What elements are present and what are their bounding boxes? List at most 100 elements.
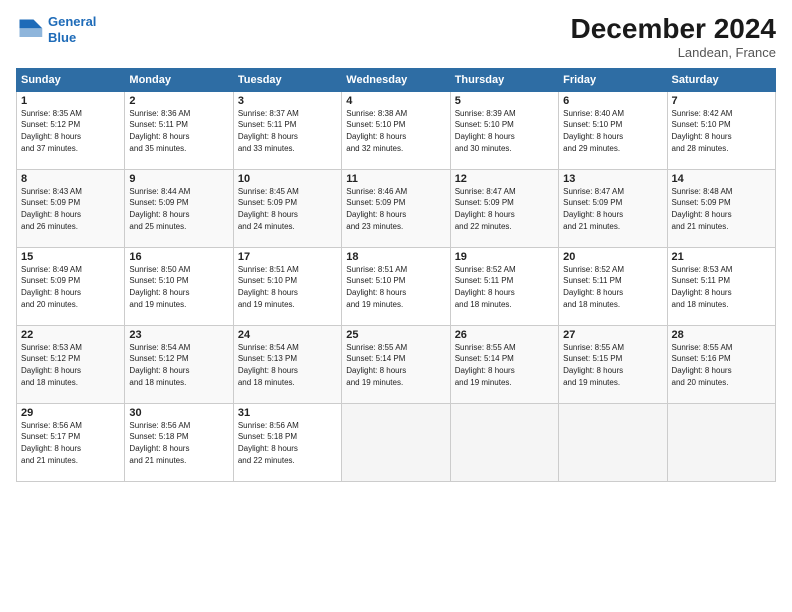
day-info: Sunrise: 8:56 AMSunset: 5:18 PMDaylight:…: [129, 420, 228, 466]
day-info: Sunrise: 8:47 AMSunset: 5:09 PMDaylight:…: [455, 186, 554, 232]
day-number: 7: [672, 95, 771, 107]
calendar-cell: 7Sunrise: 8:42 AMSunset: 5:10 PMDaylight…: [667, 91, 775, 169]
calendar-week-5: 29Sunrise: 8:56 AMSunset: 5:17 PMDayligh…: [17, 403, 776, 481]
day-info: Sunrise: 8:40 AMSunset: 5:10 PMDaylight:…: [563, 108, 662, 154]
th-tuesday: Tuesday: [233, 68, 341, 91]
day-info: Sunrise: 8:55 AMSunset: 5:14 PMDaylight:…: [455, 342, 554, 388]
day-info: Sunrise: 8:47 AMSunset: 5:09 PMDaylight:…: [563, 186, 662, 232]
calendar-cell: 6Sunrise: 8:40 AMSunset: 5:10 PMDaylight…: [559, 91, 667, 169]
day-number: 23: [129, 329, 228, 341]
day-number: 1: [21, 95, 120, 107]
calendar-cell: 26Sunrise: 8:55 AMSunset: 5:14 PMDayligh…: [450, 325, 558, 403]
calendar-cell: 19Sunrise: 8:52 AMSunset: 5:11 PMDayligh…: [450, 247, 558, 325]
th-monday: Monday: [125, 68, 233, 91]
day-number: 8: [21, 173, 120, 185]
day-info: Sunrise: 8:49 AMSunset: 5:09 PMDaylight:…: [21, 264, 120, 310]
day-info: Sunrise: 8:43 AMSunset: 5:09 PMDaylight:…: [21, 186, 120, 232]
header-row: Sunday Monday Tuesday Wednesday Thursday…: [17, 68, 776, 91]
logo-general: General: [48, 14, 96, 29]
calendar-cell: 21Sunrise: 8:53 AMSunset: 5:11 PMDayligh…: [667, 247, 775, 325]
calendar-cell: 8Sunrise: 8:43 AMSunset: 5:09 PMDaylight…: [17, 169, 125, 247]
header: General Blue December 2024 Landean, Fran…: [16, 14, 776, 60]
logo-text: General Blue: [48, 14, 96, 45]
day-number: 17: [238, 251, 337, 263]
day-number: 13: [563, 173, 662, 185]
day-number: 28: [672, 329, 771, 341]
day-number: 5: [455, 95, 554, 107]
day-number: 9: [129, 173, 228, 185]
calendar-cell: [559, 403, 667, 481]
day-number: 27: [563, 329, 662, 341]
calendar-cell: 13Sunrise: 8:47 AMSunset: 5:09 PMDayligh…: [559, 169, 667, 247]
day-number: 18: [346, 251, 445, 263]
day-number: 22: [21, 329, 120, 341]
day-number: 29: [21, 407, 120, 419]
calendar-cell: 20Sunrise: 8:52 AMSunset: 5:11 PMDayligh…: [559, 247, 667, 325]
th-saturday: Saturday: [667, 68, 775, 91]
calendar-cell: 29Sunrise: 8:56 AMSunset: 5:17 PMDayligh…: [17, 403, 125, 481]
th-sunday: Sunday: [17, 68, 125, 91]
day-number: 21: [672, 251, 771, 263]
title-area: December 2024 Landean, France: [571, 14, 776, 60]
calendar-cell: 24Sunrise: 8:54 AMSunset: 5:13 PMDayligh…: [233, 325, 341, 403]
day-info: Sunrise: 8:50 AMSunset: 5:10 PMDaylight:…: [129, 264, 228, 310]
day-info: Sunrise: 8:55 AMSunset: 5:16 PMDaylight:…: [672, 342, 771, 388]
day-number: 11: [346, 173, 445, 185]
calendar-week-4: 22Sunrise: 8:53 AMSunset: 5:12 PMDayligh…: [17, 325, 776, 403]
day-number: 2: [129, 95, 228, 107]
day-info: Sunrise: 8:46 AMSunset: 5:09 PMDaylight:…: [346, 186, 445, 232]
day-info: Sunrise: 8:56 AMSunset: 5:18 PMDaylight:…: [238, 420, 337, 466]
day-number: 12: [455, 173, 554, 185]
month-title: December 2024: [571, 14, 776, 45]
calendar-cell: [342, 403, 450, 481]
day-number: 6: [563, 95, 662, 107]
day-number: 10: [238, 173, 337, 185]
day-number: 24: [238, 329, 337, 341]
day-info: Sunrise: 8:51 AMSunset: 5:10 PMDaylight:…: [238, 264, 337, 310]
day-info: Sunrise: 8:54 AMSunset: 5:13 PMDaylight:…: [238, 342, 337, 388]
calendar-cell: 28Sunrise: 8:55 AMSunset: 5:16 PMDayligh…: [667, 325, 775, 403]
day-info: Sunrise: 8:45 AMSunset: 5:09 PMDaylight:…: [238, 186, 337, 232]
day-info: Sunrise: 8:36 AMSunset: 5:11 PMDaylight:…: [129, 108, 228, 154]
calendar-cell: 2Sunrise: 8:36 AMSunset: 5:11 PMDaylight…: [125, 91, 233, 169]
day-info: Sunrise: 8:44 AMSunset: 5:09 PMDaylight:…: [129, 186, 228, 232]
day-number: 20: [563, 251, 662, 263]
calendar-cell: 9Sunrise: 8:44 AMSunset: 5:09 PMDaylight…: [125, 169, 233, 247]
day-info: Sunrise: 8:53 AMSunset: 5:11 PMDaylight:…: [672, 264, 771, 310]
day-number: 16: [129, 251, 228, 263]
calendar-cell: 11Sunrise: 8:46 AMSunset: 5:09 PMDayligh…: [342, 169, 450, 247]
calendar-cell: 14Sunrise: 8:48 AMSunset: 5:09 PMDayligh…: [667, 169, 775, 247]
calendar-week-3: 15Sunrise: 8:49 AMSunset: 5:09 PMDayligh…: [17, 247, 776, 325]
calendar-cell: 23Sunrise: 8:54 AMSunset: 5:12 PMDayligh…: [125, 325, 233, 403]
calendar-cell: 3Sunrise: 8:37 AMSunset: 5:11 PMDaylight…: [233, 91, 341, 169]
calendar-cell: 5Sunrise: 8:39 AMSunset: 5:10 PMDaylight…: [450, 91, 558, 169]
day-number: 26: [455, 329, 554, 341]
day-number: 31: [238, 407, 337, 419]
day-info: Sunrise: 8:38 AMSunset: 5:10 PMDaylight:…: [346, 108, 445, 154]
calendar-cell: 31Sunrise: 8:56 AMSunset: 5:18 PMDayligh…: [233, 403, 341, 481]
day-number: 19: [455, 251, 554, 263]
calendar-cell: 10Sunrise: 8:45 AMSunset: 5:09 PMDayligh…: [233, 169, 341, 247]
calendar-cell: 12Sunrise: 8:47 AMSunset: 5:09 PMDayligh…: [450, 169, 558, 247]
day-info: Sunrise: 8:52 AMSunset: 5:11 PMDaylight:…: [455, 264, 554, 310]
day-number: 14: [672, 173, 771, 185]
calendar-cell: [667, 403, 775, 481]
day-number: 4: [346, 95, 445, 107]
calendar-cell: 18Sunrise: 8:51 AMSunset: 5:10 PMDayligh…: [342, 247, 450, 325]
day-info: Sunrise: 8:53 AMSunset: 5:12 PMDaylight:…: [21, 342, 120, 388]
day-info: Sunrise: 8:42 AMSunset: 5:10 PMDaylight:…: [672, 108, 771, 154]
logo: General Blue: [16, 14, 96, 45]
day-info: Sunrise: 8:39 AMSunset: 5:10 PMDaylight:…: [455, 108, 554, 154]
logo-blue: Blue: [48, 30, 76, 45]
calendar-cell: 27Sunrise: 8:55 AMSunset: 5:15 PMDayligh…: [559, 325, 667, 403]
day-info: Sunrise: 8:48 AMSunset: 5:09 PMDaylight:…: [672, 186, 771, 232]
day-info: Sunrise: 8:52 AMSunset: 5:11 PMDaylight:…: [563, 264, 662, 310]
calendar-cell: 17Sunrise: 8:51 AMSunset: 5:10 PMDayligh…: [233, 247, 341, 325]
day-info: Sunrise: 8:55 AMSunset: 5:15 PMDaylight:…: [563, 342, 662, 388]
calendar-page: General Blue December 2024 Landean, Fran…: [0, 0, 792, 612]
day-info: Sunrise: 8:56 AMSunset: 5:17 PMDaylight:…: [21, 420, 120, 466]
day-number: 3: [238, 95, 337, 107]
day-info: Sunrise: 8:55 AMSunset: 5:14 PMDaylight:…: [346, 342, 445, 388]
calendar-cell: 22Sunrise: 8:53 AMSunset: 5:12 PMDayligh…: [17, 325, 125, 403]
th-wednesday: Wednesday: [342, 68, 450, 91]
